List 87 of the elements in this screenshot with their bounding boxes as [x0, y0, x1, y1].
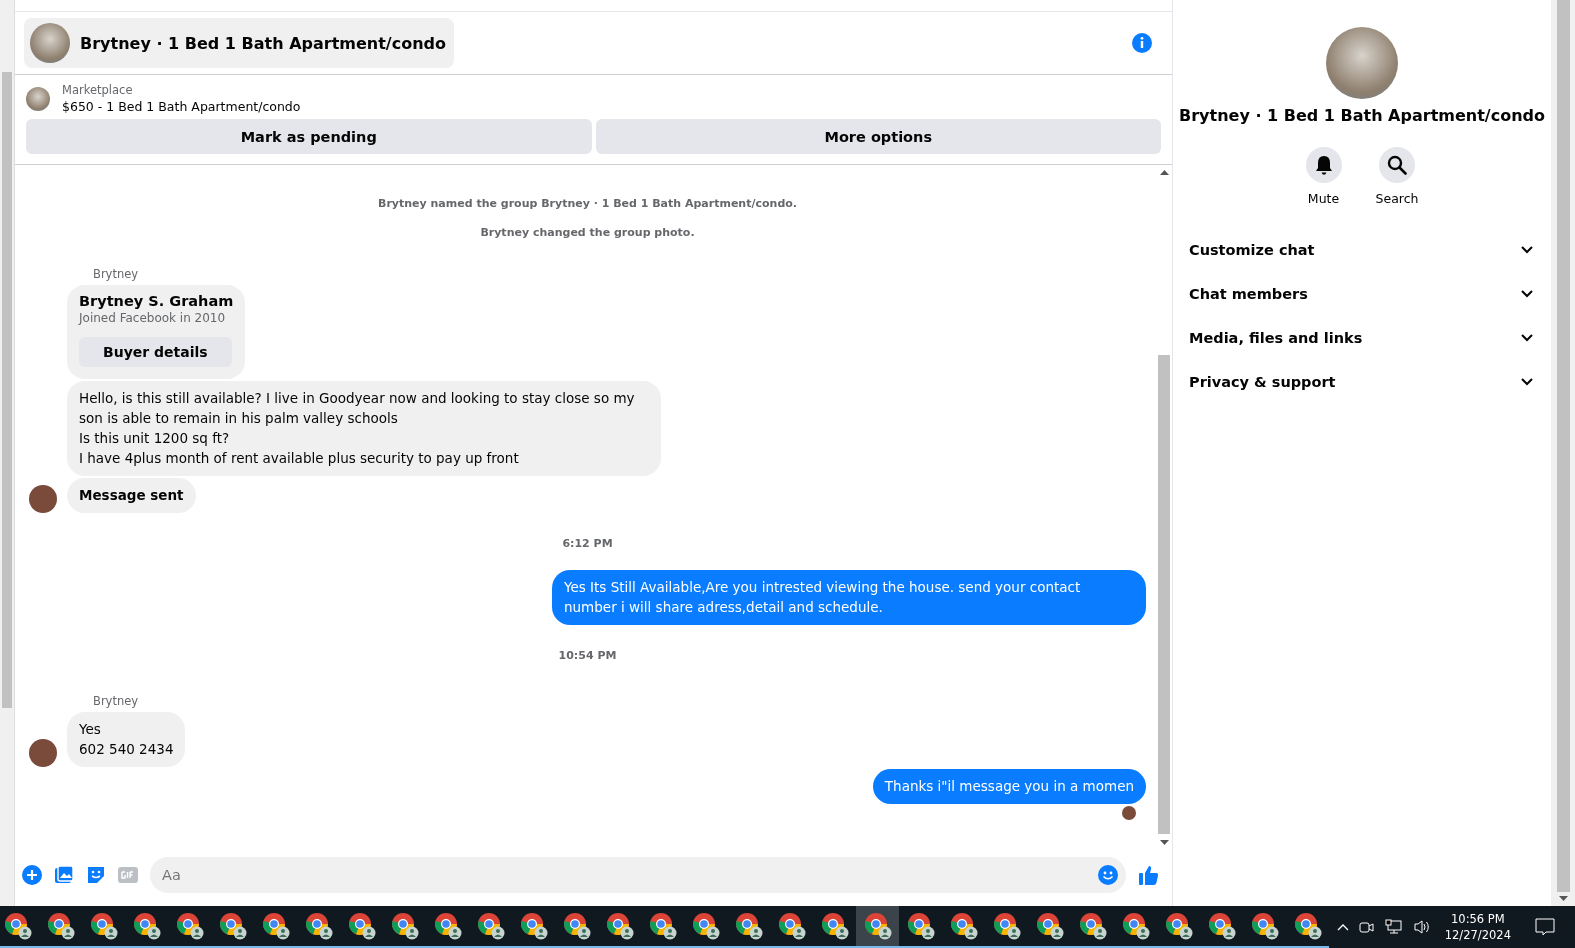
- incoming-message: Hello, is this still available? I live in Goodyear now and looking to stay close so my son is able to remain in his palm valley schools Is this unit 1200 sq ft? I have 4plus month of rent available plus security to pay up front: [67, 381, 661, 476]
- message-timestamp: 10:54 PM: [557, 649, 618, 662]
- network-icon[interactable]: [1384, 919, 1403, 935]
- system-message: Brytney named the group Brytney · 1 Bed 1 Bath Apartment/condo.: [377, 197, 798, 210]
- browser-profile-icon: [433, 912, 462, 940]
- listing-source: Marketplace: [62, 83, 134, 97]
- browser-profile-icon: [1207, 912, 1236, 940]
- browser-profile-icon: [347, 912, 376, 940]
- buyer-details-button[interactable]: Buyer details: [79, 337, 232, 367]
- taskbar-date: 12/27/2024: [1444, 927, 1511, 943]
- browser-profile-icon: [1164, 912, 1193, 940]
- system-message: Brytney changed the group photo.: [479, 226, 696, 239]
- chevron-icon: [1521, 290, 1533, 298]
- browser-profile-icon: [562, 912, 591, 940]
- browser-profile-icon: [261, 912, 290, 940]
- add-icon[interactable]: [22, 865, 42, 885]
- message-timestamp: 6:12 PM: [561, 537, 614, 550]
- incoming-message: Message sent: [67, 478, 196, 513]
- browser-profile-icon: [777, 912, 806, 940]
- avatar-placeholder: [29, 485, 57, 513]
- camera-icon[interactable]: [1358, 919, 1375, 935]
- search-icon: [1387, 155, 1407, 175]
- group-name: Brytney · 1 Bed 1 Bath Apartment/condo: [1179, 106, 1545, 125]
- listing-photo-placeholder: [30, 23, 70, 63]
- browser-profile-icon: [519, 912, 548, 940]
- message-input-field[interactable]: Aa: [150, 857, 1126, 893]
- profile-subtitle: Joined Facebook in 2010: [79, 311, 227, 325]
- profile-name: Brytney S. Graham: [79, 293, 234, 309]
- sticker-icon[interactable]: [86, 865, 106, 885]
- browser-profile-icon: [46, 912, 75, 940]
- browser-profile-icon: [863, 912, 892, 940]
- sender-name: Brytney: [93, 267, 140, 281]
- browser-profile-icon: [1250, 912, 1279, 940]
- browser-profile-icon: [1078, 912, 1107, 940]
- thumbs-up-icon[interactable]: [1138, 864, 1160, 886]
- browser-profile-icon: [691, 912, 720, 940]
- info-icon[interactable]: [1132, 33, 1152, 53]
- speaker-icon[interactable]: [1412, 919, 1431, 935]
- chat-title-button[interactable]: Brytney · 1 Bed 1 Bath Apartment/condo: [24, 18, 455, 68]
- chevron-up-icon[interactable]: [1336, 923, 1349, 931]
- avatar-placeholder: [29, 739, 57, 767]
- outgoing-message: Thanks i"il message you in a momen: [872, 769, 1146, 804]
- browser-profile-icon: [648, 912, 677, 940]
- browser-profile-icon: [89, 912, 118, 940]
- listing-action-button[interactable]: Mark as pending: [26, 119, 592, 154]
- browser-profile-icon: [175, 912, 204, 940]
- listing-title: $650 - 1 Bed 1 Bath Apartment/condo: [62, 99, 301, 114]
- browser-profile-icon: [218, 912, 247, 940]
- browser-profile-icon: [820, 912, 849, 940]
- page-scrollbar[interactable]: [0, 0, 15, 906]
- bell-icon: [1314, 155, 1333, 175]
- browser-profile-icon: [1121, 912, 1150, 940]
- browser-profile-icon: [949, 912, 978, 940]
- scroll-down-icon[interactable]: [1159, 840, 1169, 846]
- emoji-icon[interactable]: [1098, 865, 1118, 885]
- chevron-icon: [1521, 378, 1533, 386]
- browser-profile-icon: [906, 912, 935, 940]
- sender-name: Brytney: [93, 694, 140, 708]
- chevron-icon: [1521, 334, 1533, 342]
- browser-profile-icon: [476, 912, 505, 940]
- taskbar-time: 10:56 PM: [1451, 911, 1505, 927]
- notification-icon[interactable]: [1535, 918, 1555, 936]
- chevron-icon: [1521, 246, 1533, 254]
- browser-profile-icon: [132, 912, 161, 940]
- outgoing-message: Yes Its Still Available,Are you intrested viewing the house. send your contact number i will share adress,detail and schedule.: [552, 570, 1146, 625]
- browser-profile-icon: [1293, 912, 1322, 940]
- browser-profile-icon: [3, 912, 32, 940]
- panel-section-row[interactable]: Media, files and links: [1173, 316, 1551, 360]
- panel-action-button[interactable]: Search: [1375, 147, 1419, 206]
- scroll-up-icon[interactable]: [1159, 169, 1169, 175]
- browser-profile-icon: [1035, 912, 1064, 940]
- panel-section-row[interactable]: Privacy & support: [1173, 360, 1551, 404]
- taskbar-app-button[interactable]: [856, 906, 899, 948]
- browser-profile-icon: [605, 912, 634, 940]
- panel-section-row[interactable]: Chat members: [1173, 272, 1551, 316]
- photo-icon[interactable]: [54, 865, 74, 885]
- browser-profile-icon: [304, 912, 333, 940]
- seen-avatar-placeholder: [1122, 806, 1136, 820]
- browser-profile-icon: [390, 912, 419, 940]
- window-scrollbar[interactable]: [1551, 0, 1575, 906]
- incoming-message: Yes 602 540 2434: [67, 712, 186, 767]
- listing-photo-placeholder: [26, 86, 50, 111]
- panel-section-row[interactable]: Customize chat: [1173, 228, 1551, 272]
- browser-profile-icon: [992, 912, 1021, 940]
- scroll-down-icon[interactable]: [1558, 896, 1568, 902]
- listing-action-button[interactable]: More options: [595, 119, 1161, 154]
- browser-profile-icon: [734, 912, 763, 940]
